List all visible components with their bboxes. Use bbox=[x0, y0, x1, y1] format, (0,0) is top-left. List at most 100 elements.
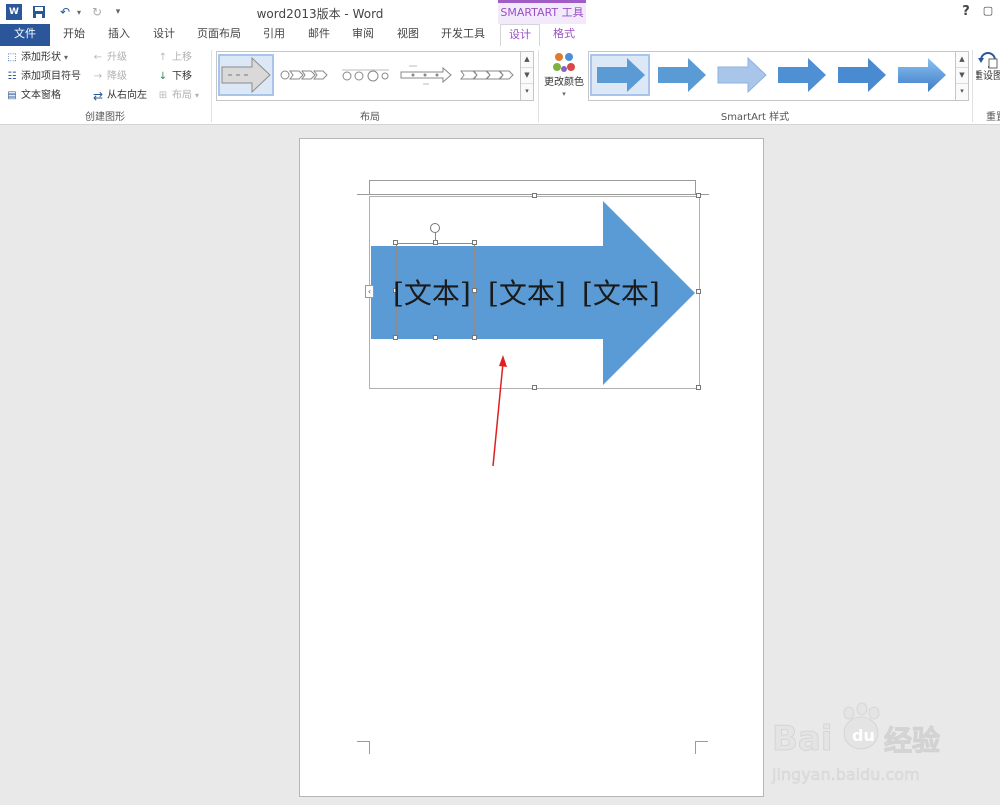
annotation-arrow bbox=[492, 355, 507, 467]
layout-gallery[interactable]: ▲ ▼ ▾ bbox=[216, 51, 534, 101]
tab-smartart-format[interactable]: 格式 bbox=[545, 24, 583, 46]
scroll-up-icon[interactable]: ▲ bbox=[956, 52, 968, 68]
resize-handle[interactable] bbox=[433, 335, 438, 340]
gallery-more-icon[interactable]: ▾ bbox=[956, 84, 968, 99]
demote-label: 降级 bbox=[107, 71, 127, 82]
svg-text:du: du bbox=[852, 726, 875, 745]
move-up-label: 上移 bbox=[172, 52, 192, 63]
text-pane-icon: ▤ bbox=[7, 89, 17, 101]
right-to-left-label: 从右向左 bbox=[107, 90, 147, 101]
reset-group-label: 重置 bbox=[986, 112, 1000, 123]
change-colors-label: 更改颜色 bbox=[544, 77, 584, 88]
smartart-text-2[interactable]: [文本] bbox=[488, 272, 566, 312]
style-option-moderate[interactable] bbox=[772, 54, 830, 96]
smartart-text-3[interactable]: [文本] bbox=[582, 272, 660, 312]
reset-icon bbox=[978, 52, 998, 69]
resize-handle[interactable] bbox=[472, 288, 477, 293]
right-to-left-button[interactable]: ⇄ 从右向左 bbox=[92, 87, 147, 104]
change-colors-dropdown-icon: ▾ bbox=[562, 90, 566, 98]
margin-corner-mark bbox=[357, 741, 370, 754]
group-separator bbox=[538, 50, 539, 122]
svg-text:经验: 经验 bbox=[884, 724, 940, 757]
move-down-button[interactable]: ↓ 下移 bbox=[157, 68, 192, 85]
tab-references[interactable]: 引用 bbox=[255, 24, 293, 46]
resize-handle[interactable] bbox=[393, 240, 398, 245]
styles-gallery-scroll[interactable]: ▲ ▼ ▾ bbox=[955, 52, 968, 100]
ribbon: ⬚ 添加形状 ▾ ☷ 添加项目符号 ▤ 文本窗格 ← 升级 → 降级 ⇄ 从右向… bbox=[0, 46, 1000, 125]
arrow-right-icon: → bbox=[93, 70, 103, 82]
style-option-simple[interactable] bbox=[590, 54, 650, 96]
frame-handle[interactable] bbox=[696, 289, 701, 294]
tab-review[interactable]: 审阅 bbox=[344, 24, 382, 46]
style-option-light[interactable] bbox=[712, 54, 770, 96]
tab-insert[interactable]: 插入 bbox=[100, 24, 138, 46]
frame-handle[interactable] bbox=[532, 193, 537, 198]
text-pane-button[interactable]: ▤ 文本窗格 bbox=[6, 87, 61, 104]
resize-handle[interactable] bbox=[472, 335, 477, 340]
promote-button[interactable]: ← 升级 bbox=[92, 49, 127, 66]
reset-label: 重设图 bbox=[976, 71, 1000, 82]
resize-handle[interactable] bbox=[393, 335, 398, 340]
layout-button[interactable]: ⊞ 布局 ▾ bbox=[157, 87, 199, 104]
frame-handle[interactable] bbox=[532, 385, 537, 390]
add-shape-button[interactable]: ⬚ 添加形状 ▾ bbox=[6, 49, 68, 66]
document-page[interactable]: ‹ [文本] [文本] [文本] bbox=[299, 138, 764, 797]
layout-group-label: 布局 bbox=[360, 112, 380, 123]
arrow-up-icon: ↑ bbox=[158, 51, 168, 63]
frame-handle[interactable] bbox=[696, 385, 701, 390]
add-shape-label: 添加形状 bbox=[21, 52, 61, 63]
arrow-left-icon: ← bbox=[93, 51, 103, 63]
tab-file[interactable]: 文件 bbox=[0, 24, 50, 46]
demote-button[interactable]: → 降级 bbox=[92, 68, 127, 85]
svg-text:jingyan.baidu.com: jingyan.baidu.com bbox=[771, 765, 920, 784]
reset-graphic-button[interactable]: 重设图 bbox=[976, 50, 1000, 90]
gallery-more-icon[interactable]: ▾ bbox=[521, 84, 533, 99]
layout-option-basic-arrow[interactable] bbox=[218, 54, 274, 96]
tab-view[interactable]: 视图 bbox=[389, 24, 427, 46]
scroll-up-icon[interactable]: ▲ bbox=[521, 52, 533, 68]
move-up-button[interactable]: ↑ 上移 bbox=[157, 49, 192, 66]
style-option-subtle[interactable] bbox=[652, 54, 710, 96]
promote-label: 升级 bbox=[107, 52, 127, 63]
smartart-styles-gallery[interactable]: ▲ ▼ ▾ bbox=[588, 51, 969, 101]
layout-option-circle-process[interactable] bbox=[339, 54, 395, 96]
styles-group-label: SmartArt 样式 bbox=[720, 112, 790, 123]
style-option-3d[interactable] bbox=[892, 54, 950, 96]
tab-smartart-design[interactable]: 设计 bbox=[500, 24, 540, 47]
tab-mailings[interactable]: 邮件 bbox=[300, 24, 338, 46]
layout-option-chevron-row[interactable] bbox=[459, 54, 515, 96]
move-down-label: 下移 bbox=[172, 71, 192, 82]
color-palette-icon bbox=[553, 53, 575, 72]
layout-gallery-scroll[interactable]: ▲ ▼ ▾ bbox=[520, 52, 533, 100]
style-option-intense[interactable] bbox=[832, 54, 890, 96]
scroll-down-icon[interactable]: ▼ bbox=[956, 68, 968, 84]
layout-icon: ⊞ bbox=[158, 89, 168, 101]
tab-home[interactable]: 开始 bbox=[55, 24, 93, 46]
layout-option-timeline-arrow[interactable] bbox=[399, 54, 455, 96]
change-colors-button[interactable]: 更改颜色 ▾ bbox=[541, 50, 587, 106]
group-separator bbox=[972, 50, 973, 122]
arrow-down-icon: ↓ bbox=[158, 70, 168, 82]
add-bullet-label: 添加项目符号 bbox=[21, 71, 81, 82]
scroll-down-icon[interactable]: ▼ bbox=[521, 68, 533, 84]
frame-handle[interactable] bbox=[696, 193, 701, 198]
add-shape-icon: ⬚ bbox=[7, 51, 17, 63]
tab-design[interactable]: 设计 bbox=[145, 24, 183, 46]
rotate-handle-icon[interactable] bbox=[430, 223, 440, 233]
resize-handle[interactable] bbox=[472, 240, 477, 245]
smartart-tools-band: SMARTART 工具 bbox=[498, 0, 586, 24]
help-button[interactable]: ? bbox=[957, 4, 975, 19]
ribbon-display-button[interactable]: ▢ bbox=[979, 4, 997, 17]
layout-option-chevron-arrows[interactable] bbox=[279, 54, 335, 96]
bullet-list-icon: ☷ bbox=[7, 70, 17, 82]
layout-label: 布局 bbox=[172, 90, 192, 101]
smartart-text-1[interactable]: [文本] bbox=[393, 272, 471, 312]
tab-developer[interactable]: 开发工具 bbox=[434, 24, 492, 46]
add-bullet-button[interactable]: ☷ 添加项目符号 bbox=[6, 68, 81, 85]
add-shape-dropdown-icon: ▾ bbox=[64, 53, 69, 62]
ribbon-tabs: 文件 开始 插入 设计 页面布局 引用 邮件 审阅 视图 开发工具 设计 格式 bbox=[0, 24, 1000, 47]
title-bar: W ↶ ▾ ↻ ▾ word2013版本 - Word SMARTART 工具 … bbox=[0, 0, 1000, 24]
tab-page-layout[interactable]: 页面布局 bbox=[190, 24, 248, 46]
text-pane-toggle-icon[interactable]: ‹ bbox=[365, 285, 374, 298]
layout-dropdown-icon: ▾ bbox=[195, 91, 200, 100]
